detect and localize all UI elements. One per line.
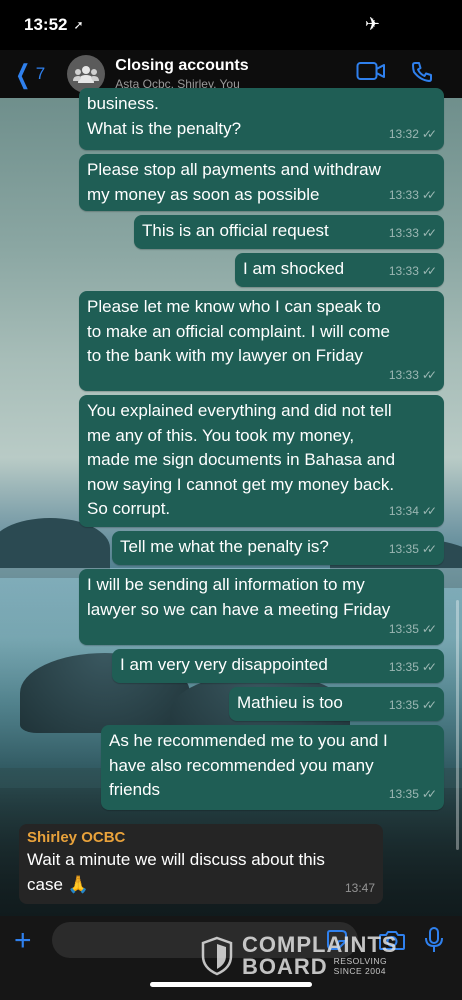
- outgoing-message[interactable]: Tell me what the penalty is? 13:35 ✓✓: [112, 531, 444, 565]
- outgoing-message[interactable]: You explained everything and did not tel…: [79, 395, 444, 527]
- timestamp: 13:35: [388, 659, 419, 674]
- message-time: 13:35 ✓✓: [388, 537, 437, 562]
- timestamp: 13:47: [344, 880, 375, 895]
- complaints-board-watermark: COMPLAINTS BOARD RESOLVING SINCE 2004: [200, 934, 397, 978]
- timestamp: 13:35: [388, 621, 419, 636]
- message-time: 13:35 ✓✓: [388, 655, 437, 680]
- message-time: 13:35 ✓✓: [388, 782, 437, 807]
- watermark-text: COMPLAINTS BOARD RESOLVING SINCE 2004: [242, 934, 397, 978]
- outgoing-message[interactable]: I am very very disappointed 13:35 ✓✓: [112, 649, 444, 683]
- outgoing-message[interactable]: This is an official request 13:33 ✓✓: [134, 215, 444, 249]
- sender-name: Shirley OCBC: [27, 829, 126, 846]
- timestamp: 13:35: [388, 786, 419, 801]
- group-icon: [73, 66, 100, 83]
- message-text: Wait a minute we will discuss about this…: [27, 850, 325, 894]
- status-time: 13:52: [24, 15, 68, 34]
- outgoing-message[interactable]: Please stop all payments and withdraw my…: [79, 154, 444, 211]
- outgoing-message[interactable]: business. What is the penalty? 13:32 ✓✓: [79, 88, 444, 150]
- outgoing-message[interactable]: I am shocked 13:33 ✓✓: [235, 253, 444, 287]
- video-call-button[interactable]: [356, 60, 386, 87]
- read-ticks-icon: ✓✓: [421, 263, 437, 278]
- home-indicator: [150, 982, 312, 987]
- phone-icon: [412, 62, 432, 82]
- timestamp: 13:32: [388, 126, 419, 141]
- message-text: As he recommended me to you and I have a…: [109, 731, 388, 799]
- read-ticks-icon: ✓✓: [421, 126, 437, 141]
- video-camera-icon: [356, 62, 385, 80]
- timestamp: 13:34: [388, 503, 419, 518]
- message-text: You explained everything and did not tel…: [87, 401, 396, 518]
- unread-count: 7: [35, 64, 46, 83]
- attach-plus-icon[interactable]: +: [14, 926, 32, 956]
- outgoing-message[interactable]: Please let me know who I can speak to to…: [79, 291, 444, 391]
- message-text: I will be sending all information to my …: [87, 575, 391, 619]
- message-time: 13:47: [345, 876, 375, 901]
- message-time: 13:34 ✓✓: [388, 499, 437, 524]
- read-ticks-icon: ✓✓: [421, 697, 437, 712]
- message-time: 13:35 ✓✓: [388, 693, 437, 718]
- chat-title-block[interactable]: Closing accounts Asta Ocbc, Shirley, You: [115, 57, 248, 91]
- message-text: Please stop all payments and withdraw my…: [87, 160, 381, 204]
- message-text: I am very very disappointed: [120, 655, 328, 674]
- status-bar: 13:52 ➚ ✈: [0, 0, 462, 50]
- read-ticks-icon: ✓✓: [421, 187, 437, 202]
- read-ticks-icon: ✓✓: [421, 503, 437, 518]
- watermark-small2: SINCE 2004: [333, 966, 386, 976]
- message-text: business. What is the penalty?: [87, 94, 242, 138]
- timestamp: 13:33: [388, 367, 419, 382]
- microphone-icon: [425, 927, 443, 952]
- watermark-line1: COMPLAINTS: [242, 932, 398, 957]
- timestamp: 13:33: [388, 263, 419, 278]
- chat-title: Closing accounts: [115, 57, 249, 74]
- message-time: 13:33 ✓✓: [388, 183, 437, 208]
- outgoing-message[interactable]: As he recommended me to you and I have a…: [101, 725, 444, 810]
- read-ticks-icon: ✓✓: [421, 659, 437, 674]
- message-text: Please let me know who I can speak to to…: [87, 297, 390, 365]
- timestamp: 13:35: [388, 541, 419, 556]
- timestamp: 13:33: [388, 225, 419, 240]
- read-ticks-icon: ✓✓: [421, 621, 437, 636]
- shield-logo-icon: [201, 936, 233, 976]
- chevron-left-icon: ❮: [15, 59, 31, 89]
- message-time: 13:35 ✓✓: [388, 617, 437, 642]
- incoming-message[interactable]: Shirley OCBC Wait a minute we will discu…: [19, 824, 383, 904]
- read-ticks-icon: ✓✓: [421, 225, 437, 240]
- read-ticks-icon: ✓✓: [421, 367, 437, 382]
- microphone-button[interactable]: [424, 926, 444, 959]
- message-time: 13:33 ✓✓: [388, 259, 437, 284]
- read-ticks-icon: ✓✓: [421, 541, 437, 556]
- voice-call-button[interactable]: [410, 60, 434, 89]
- airplane-icon: ✈: [364, 14, 380, 34]
- scrollbar[interactable]: [456, 600, 459, 850]
- location-icon: ➚: [73, 18, 84, 32]
- message-time: 13:32 ✓✓: [388, 122, 437, 147]
- message-time: 13:33 ✓✓: [388, 221, 437, 246]
- outgoing-message[interactable]: I will be sending all information to my …: [79, 569, 444, 645]
- timestamp: 13:33: [388, 187, 419, 202]
- outgoing-message[interactable]: Mathieu is too 13:35 ✓✓: [229, 687, 444, 721]
- watermark-line2-row: BOARD RESOLVING SINCE 2004: [242, 956, 397, 978]
- watermark-small1: RESOLVING: [333, 956, 388, 966]
- read-ticks-icon: ✓✓: [421, 786, 437, 801]
- message-time: 13:33 ✓✓: [388, 363, 437, 388]
- timestamp: 13:35: [388, 697, 419, 712]
- watermark-line2: BOARD: [242, 954, 328, 979]
- message-text: Tell me what the penalty is?: [120, 537, 329, 556]
- back-button[interactable]: ❮ 7: [12, 61, 45, 87]
- watermark-tagline: RESOLVING SINCE 2004: [334, 956, 387, 976]
